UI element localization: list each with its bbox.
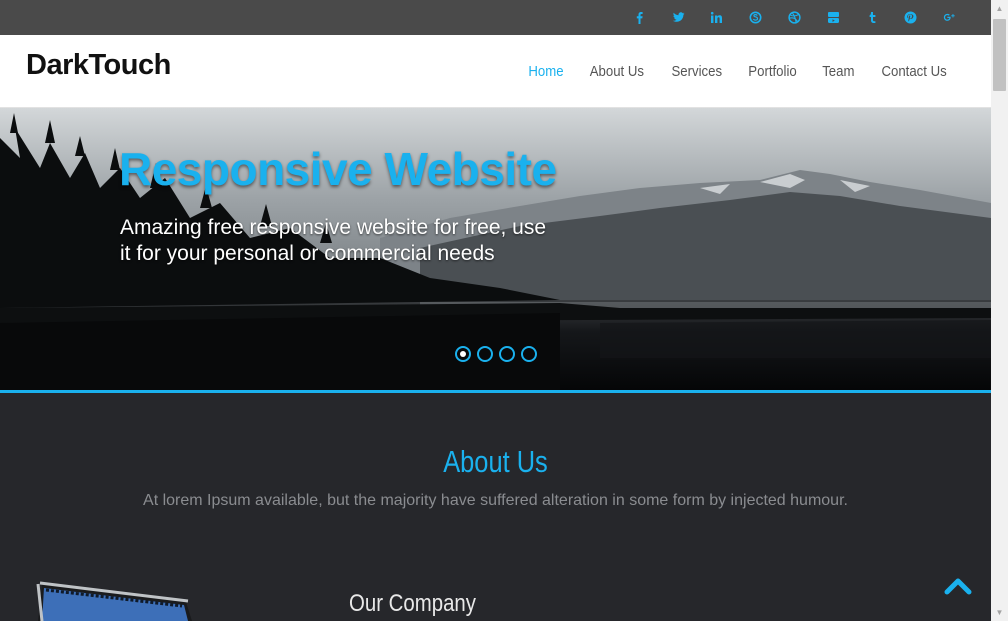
twitter-icon[interactable] xyxy=(659,11,698,24)
hero-divider xyxy=(0,390,991,393)
navbar: DarkTouch Home About Us Services Portfol… xyxy=(0,35,991,108)
dribbble-icon[interactable] xyxy=(775,11,814,24)
company-title: Our Company xyxy=(349,590,476,617)
slider-dot-1[interactable] xyxy=(455,346,471,362)
nav-item-services[interactable]: Services xyxy=(671,63,722,80)
slider-dot-4[interactable] xyxy=(521,346,537,362)
nav-item-team[interactable]: Team xyxy=(822,63,854,80)
brand-logo[interactable]: DarkTouch xyxy=(26,49,171,82)
google-plus-icon[interactable] xyxy=(930,11,969,24)
main-nav: Home About Us Services Portfolio Team Co… xyxy=(506,35,991,107)
slider-dot-2[interactable] xyxy=(477,346,493,362)
facebook-icon[interactable] xyxy=(620,11,659,24)
nav-item-home[interactable]: Home xyxy=(528,63,563,80)
about-title: About Us xyxy=(443,444,548,479)
page-scrollbar[interactable]: ▲ ▼ xyxy=(991,0,1008,621)
social-bar xyxy=(0,0,991,35)
scroll-thumb[interactable] xyxy=(993,19,1006,91)
scroll-up-arrow-icon[interactable]: ▲ xyxy=(991,0,1008,17)
pinterest-icon[interactable] xyxy=(892,11,931,24)
nav-item-portfolio[interactable]: Portfolio xyxy=(748,63,796,80)
social-links xyxy=(620,0,969,35)
nav-item-contact[interactable]: Contact Us xyxy=(881,63,946,80)
skype-icon[interactable] xyxy=(736,11,775,24)
hero-slider: Responsive Website Amazing free responsi… xyxy=(0,108,991,390)
scroll-to-top-icon[interactable] xyxy=(944,576,972,596)
scroll-down-arrow-icon[interactable]: ▼ xyxy=(991,604,1008,621)
tumblr-icon[interactable] xyxy=(853,11,892,24)
hero-title: Responsive Website xyxy=(119,143,557,195)
slider-dot-3[interactable] xyxy=(499,346,515,362)
hero-subtitle: Amazing free responsive website for free… xyxy=(120,216,547,265)
linkedin-icon[interactable] xyxy=(698,11,737,24)
slider-pagination xyxy=(455,346,543,362)
youtube-icon[interactable] xyxy=(814,11,853,24)
about-text: At lorem Ipsum available, but the majori… xyxy=(143,492,848,509)
nav-item-about[interactable]: About Us xyxy=(590,63,644,80)
laptop-image xyxy=(36,581,192,621)
